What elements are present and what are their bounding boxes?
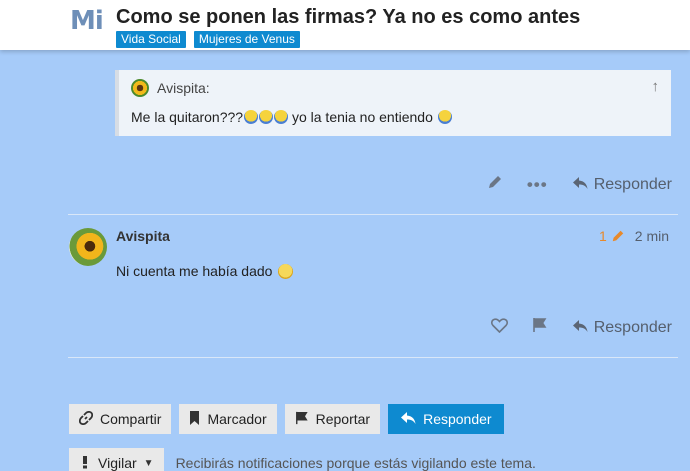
warning-icon [79,455,91,471]
bookmark-icon [189,410,200,428]
arrow-up-icon[interactable]: ↑ [652,78,660,95]
post-divider [68,357,678,358]
post-actions-2: Responder [490,317,672,338]
quote-text-start: Me la quitaron??? [131,109,244,125]
quote-header: Avispita: [131,79,210,97]
post-text: Ni cuenta me había dado [116,263,273,279]
notification-reason: Recibirás notificaciones porque estás vi… [175,455,536,471]
reply-arrow-icon [572,317,588,338]
scream-emoji-icon [259,110,274,124]
category-badges: Vida Social Mujeres de Venus [116,31,300,48]
edit-history-button[interactable]: 1 [599,228,625,244]
flag-icon[interactable] [532,317,548,338]
quote-username: Avispita: [157,80,210,96]
scream-emoji-icon [274,110,289,124]
link-icon [78,410,94,428]
notification-controls: Vigilar ▼ Recibirás notificaciones porqu… [69,448,536,471]
site-logo[interactable]: Mi [70,6,104,36]
report-label: Reportar [315,411,371,427]
pencil-icon [612,230,624,242]
pencil-icon[interactable] [487,174,503,195]
topic-title[interactable]: Como se ponen las firmas? Ya no es como … [116,6,580,29]
reply-label: Responder [593,318,672,336]
report-button[interactable]: Reportar [284,404,381,434]
reply-arrow-icon [572,174,588,195]
post-actions-1: ••• Responder [487,174,672,195]
caret-down-icon: ▼ [143,457,154,469]
reply-label: Responder [593,175,672,193]
post-time[interactable]: 2 min [635,228,669,244]
scream-emoji-icon [244,110,259,124]
quote-text: Me la quitaron??? yo la tenia no entiend… [131,109,452,125]
reply-arrow-icon [400,411,416,428]
reply-button-post-2[interactable]: Responder [572,317,672,338]
post-divider [68,214,678,215]
share-button[interactable]: Compartir [69,404,172,434]
share-label: Compartir [100,411,162,427]
quote-avatar [131,79,149,97]
post-meta: 1 2 min [599,228,669,244]
category-badge-vida-social[interactable]: Vida Social [116,31,186,48]
bookmark-button[interactable]: Marcador [179,404,277,434]
category-badge-mujeres-de-venus[interactable]: Mujeres de Venus [193,31,300,48]
edit-count: 1 [598,228,607,244]
reply-button[interactable]: Responder [388,404,504,434]
heart-icon[interactable] [490,317,508,338]
flushed-emoji-icon [278,264,294,279]
scream-emoji-icon [437,110,452,124]
post-username[interactable]: Avispita [116,228,170,244]
topic-footer-buttons: Compartir Marcador Reportar Responder [69,404,504,434]
ellipsis-icon[interactable]: ••• [527,175,548,195]
site-header: Mi Como se ponen las firmas? Ya no es co… [0,0,690,50]
watch-label: Vigilar [98,455,137,471]
post-content: Ni cuenta me había dado [116,263,294,279]
watch-dropdown-button[interactable]: Vigilar ▼ [69,448,164,471]
quote-block: Avispita: ↑ Me la quitaron??? yo la teni… [115,70,671,136]
quote-text-end: yo la tenia no entiendo [288,109,437,125]
flag-icon [295,411,309,428]
avatar[interactable] [69,228,107,266]
reply-label: Responder [423,411,492,427]
bookmark-label: Marcador [207,411,267,427]
reply-button-post-1[interactable]: Responder [572,174,672,195]
